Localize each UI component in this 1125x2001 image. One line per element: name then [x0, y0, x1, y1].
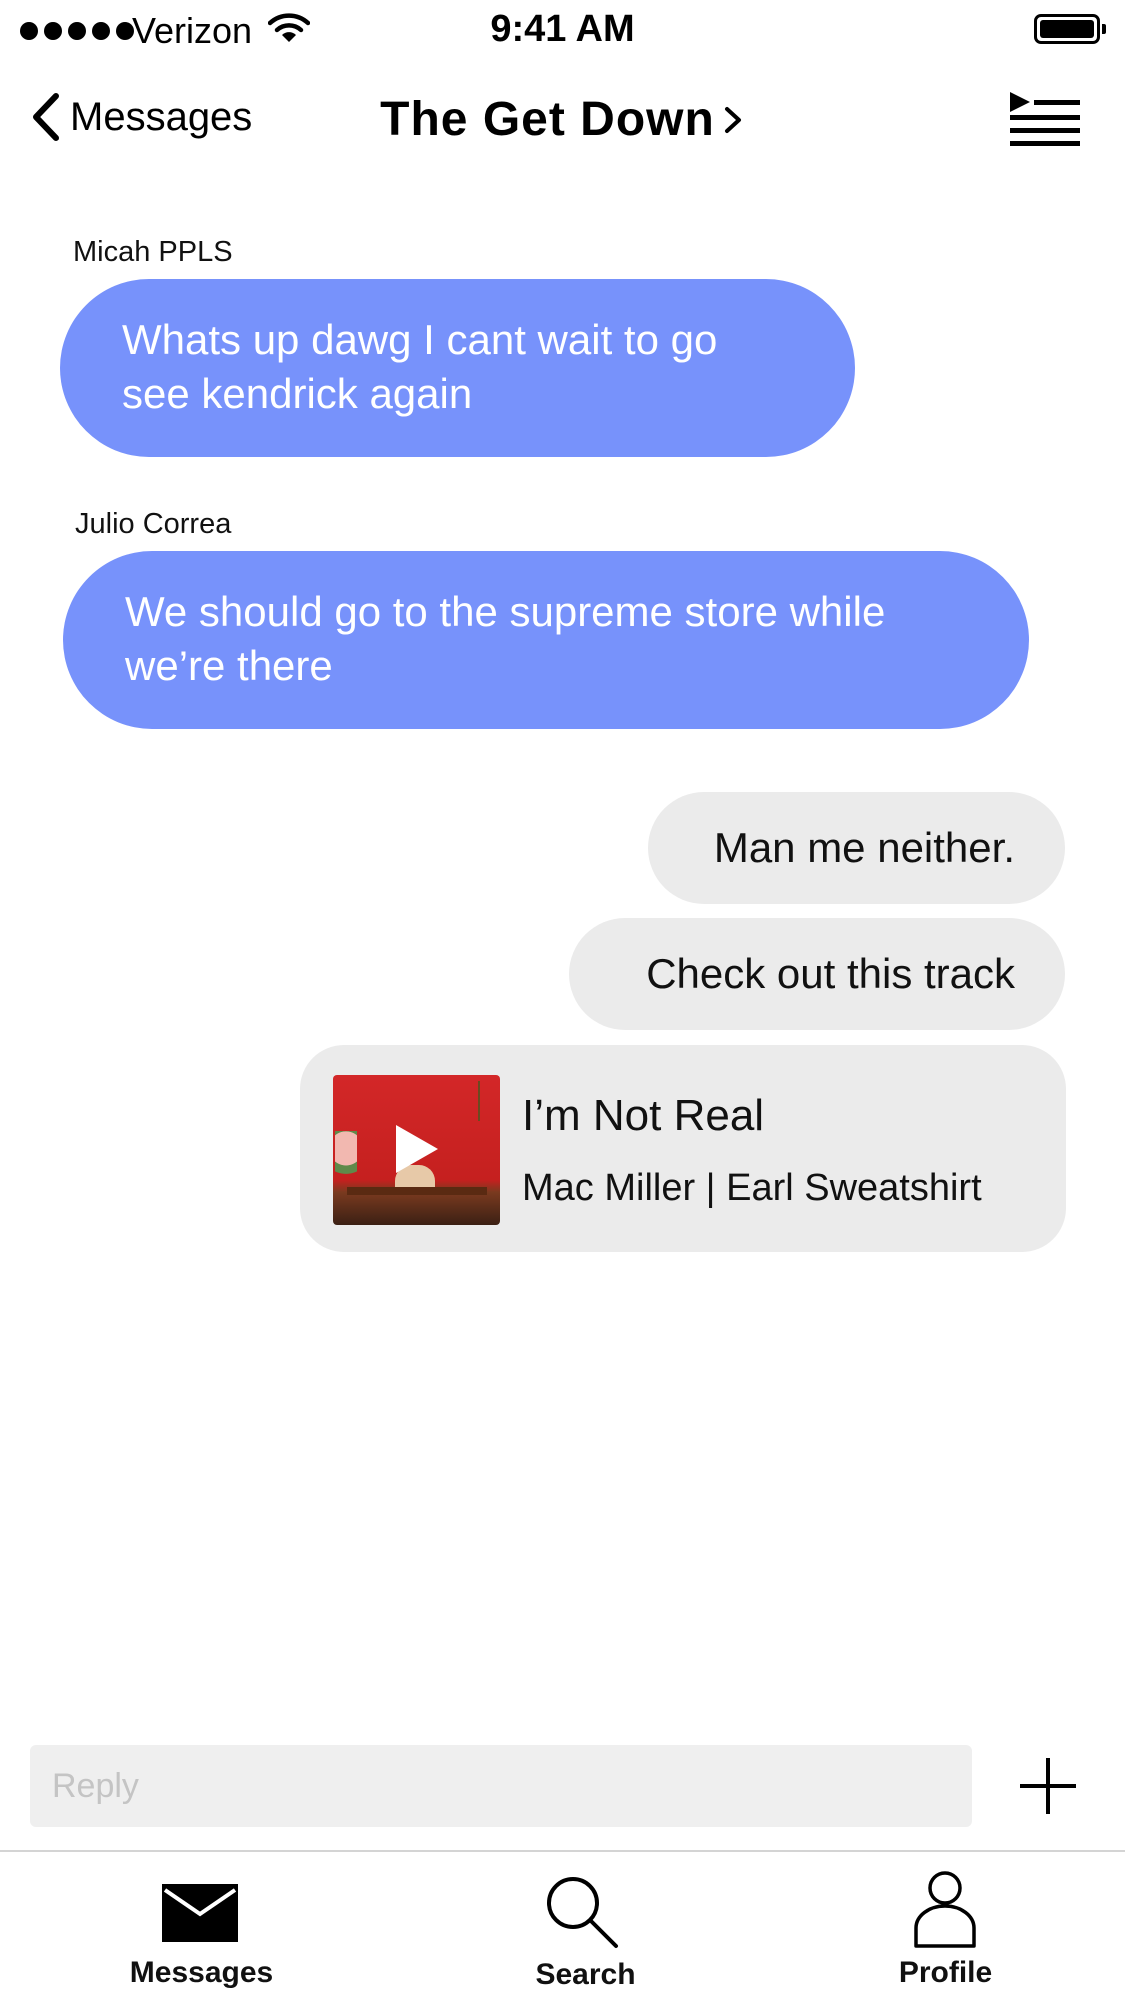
play-icon[interactable] — [396, 1125, 438, 1173]
chevron-right-icon — [724, 106, 741, 133]
conversation-header: The Get Down — [0, 92, 1125, 147]
message-sender: Micah PPLS — [73, 236, 233, 268]
incoming-message-bubble[interactable]: We should go to the supreme store while … — [63, 551, 1029, 729]
message-text-line: We should go to the supreme store while — [125, 588, 886, 635]
reply-input[interactable] — [30, 1745, 972, 1827]
tab-label: Profile — [898, 1956, 993, 1989]
status-time: 9:41 AM — [490, 8, 635, 50]
message-text-line: Whats up dawg I cant wait to go — [122, 316, 718, 363]
incoming-message-bubble[interactable]: Whats up dawg I cant wait to go see kend… — [60, 279, 855, 457]
tab-profile[interactable]: Profile — [758, 1852, 1125, 2001]
album-art — [333, 1075, 500, 1225]
message-sender: Julio Correa — [75, 508, 232, 540]
plus-icon[interactable] — [1018, 1756, 1078, 1816]
tab-search[interactable]: Search — [398, 1852, 773, 2001]
outgoing-message-bubble[interactable]: Check out this track — [569, 918, 1065, 1030]
person-icon — [914, 1871, 976, 1948]
outgoing-message-bubble[interactable]: Man me neither. — [648, 792, 1065, 904]
message-text-line: we’re there — [125, 642, 333, 689]
track-title: I’m Not Real — [522, 1091, 765, 1140]
battery-icon — [1034, 14, 1106, 44]
envelope-icon — [162, 1884, 238, 1942]
message-text-line: see kendrick again — [122, 370, 473, 417]
tab-messages[interactable]: Messages — [14, 1852, 389, 2001]
tab-label: Messages — [129, 1956, 274, 1989]
shared-track-card[interactable]: I’m Not Real Mac Miller | Earl Sweatshir… — [300, 1045, 1066, 1252]
status-bar: Verizon 9:41 AM — [0, 0, 1125, 64]
queue-icon[interactable] — [1006, 90, 1082, 146]
page-title: The Get Down — [380, 93, 715, 146]
conversation-title-button[interactable]: The Get Down — [380, 92, 745, 147]
magnifier-icon — [547, 1877, 618, 1948]
tab-label: Search — [535, 1958, 636, 1991]
track-artist: Mac Miller | Earl Sweatshirt — [522, 1167, 982, 1209]
